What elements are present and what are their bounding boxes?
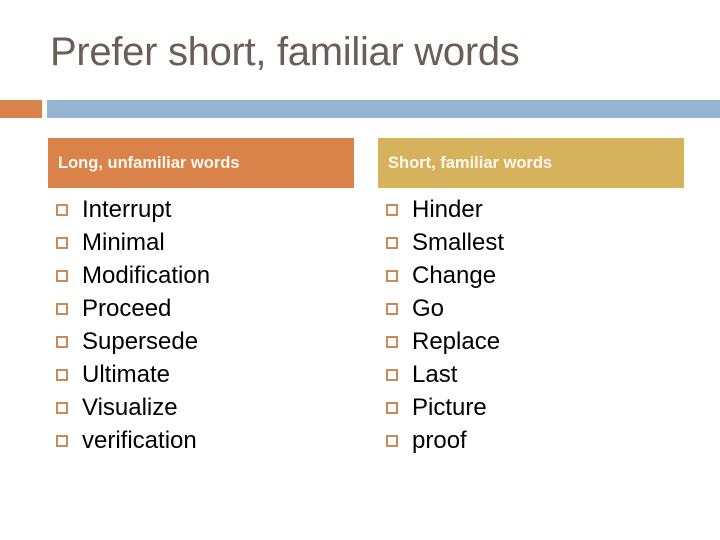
left-column-header-text: Long, unfamiliar words	[58, 153, 240, 172]
square-bullet-icon	[386, 335, 398, 348]
list-item: Ultimate	[56, 358, 210, 391]
list-item-text: Replace	[412, 327, 501, 355]
square-bullet-icon	[56, 203, 68, 216]
list-item-text: proof	[412, 426, 467, 454]
list-item-text: Picture	[412, 393, 487, 421]
square-bullet-icon	[386, 401, 398, 414]
list-item: Interrupt	[56, 193, 210, 226]
list-item-text: Minimal	[82, 228, 165, 256]
list-item-text: Visualize	[82, 393, 178, 421]
slide-title: Prefer short, familiar words	[50, 30, 520, 74]
list-item-text: Change	[412, 261, 497, 289]
square-bullet-icon	[56, 434, 68, 447]
square-bullet-icon	[386, 302, 398, 315]
square-bullet-icon	[56, 401, 68, 414]
list-item: Go	[386, 292, 504, 325]
square-bullet-icon	[386, 269, 398, 282]
square-bullet-icon	[56, 269, 68, 282]
list-item: Picture	[386, 391, 504, 424]
list-item: Proceed	[56, 292, 210, 325]
list-item-text: Go	[412, 294, 445, 322]
square-bullet-icon	[56, 236, 68, 249]
square-bullet-icon	[386, 203, 398, 216]
list-item-text: Modification	[82, 261, 211, 289]
list-item: Replace	[386, 325, 504, 358]
right-column-header-text: Short, familiar words	[388, 153, 553, 172]
list-item-text: Supersede	[82, 327, 199, 355]
list-item: verification	[56, 424, 210, 457]
list-item: Change	[386, 259, 504, 292]
short-words-list: Hinder Smallest Change Go Replace Last P…	[386, 193, 504, 457]
list-item: Last	[386, 358, 504, 391]
square-bullet-icon	[56, 335, 68, 348]
list-item-text: Interrupt	[82, 195, 172, 223]
list-item-text: Last	[412, 360, 458, 388]
accent-bar-blue	[47, 100, 720, 118]
list-item: Smallest	[386, 226, 504, 259]
list-item: proof	[386, 424, 504, 457]
square-bullet-icon	[56, 302, 68, 315]
long-words-list: Interrupt Minimal Modification Proceed S…	[56, 193, 210, 457]
list-item-text: Hinder	[412, 195, 483, 223]
list-item: Supersede	[56, 325, 210, 358]
list-item-text: Ultimate	[82, 360, 171, 388]
list-item-text: Smallest	[412, 228, 505, 256]
accent-bar-orange	[0, 100, 42, 118]
list-item-text: Proceed	[82, 294, 172, 322]
right-column-header: Short, familiar words	[378, 138, 684, 188]
square-bullet-icon	[386, 434, 398, 447]
square-bullet-icon	[386, 368, 398, 381]
square-bullet-icon	[386, 236, 398, 249]
list-item: Modification	[56, 259, 210, 292]
list-item-text: verification	[82, 426, 197, 454]
list-item: Hinder	[386, 193, 504, 226]
left-column-header: Long, unfamiliar words	[48, 138, 354, 188]
list-item: Visualize	[56, 391, 210, 424]
square-bullet-icon	[56, 368, 68, 381]
list-item: Minimal	[56, 226, 210, 259]
